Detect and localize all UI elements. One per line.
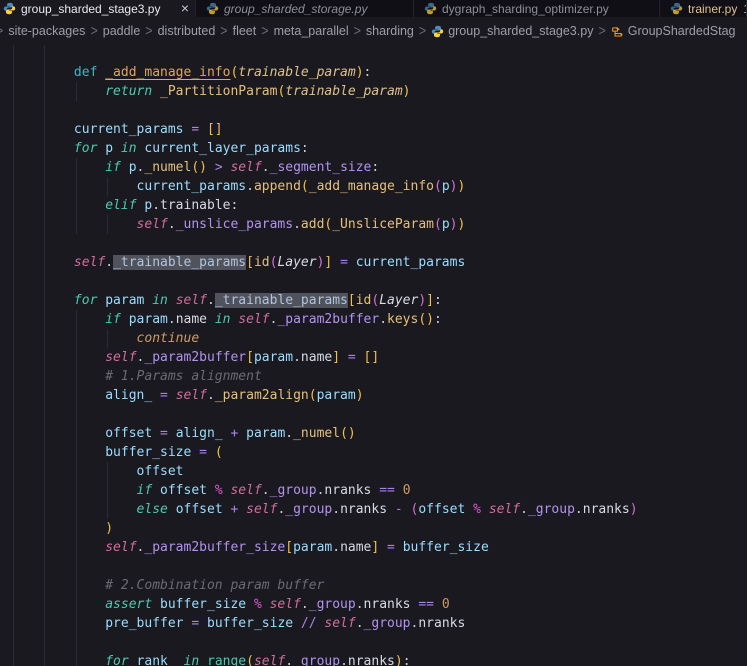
code-line[interactable]: self._param2buffer[param.name] = [] <box>0 348 638 367</box>
code-line[interactable]: return _PartitionParam(trainable_param) <box>0 82 638 101</box>
code-line[interactable]: for rank_ in range(self._group.nranks): <box>0 652 638 666</box>
breadcrumb-item-label: group_sharded_stage3.py <box>448 24 593 38</box>
chevron-right-icon: > <box>354 23 361 39</box>
tab-group_sharded_stage3_py[interactable]: group_sharded_stage3.py × <box>0 0 196 17</box>
code-line[interactable]: # 2.Combination param buffer <box>0 576 638 595</box>
code-lines: def _add_manage_info(trainable_param): r… <box>0 63 638 666</box>
breadcrumb-item-label: fleet <box>233 24 257 38</box>
code-line[interactable]: self._trainable_params[id(Layer)] = curr… <box>0 253 638 272</box>
tab-bar: group_sharded_stage3.py × group_sharded_s… <box>0 0 747 17</box>
breadcrumb-item-label: paddle <box>103 24 141 38</box>
chevron-right-icon: > <box>598 23 605 39</box>
code-line[interactable]: self._unslice_params.add(_UnsliceParam(p… <box>0 215 638 234</box>
python-icon <box>3 2 16 15</box>
code-line[interactable]: current_params.append(_add_manage_info(p… <box>0 177 638 196</box>
breadcrumb-item-meta_parallel[interactable]: meta_parallel <box>274 24 349 38</box>
code-line[interactable]: if param.name in self._param2buffer.keys… <box>0 310 638 329</box>
chevron-right-icon: > <box>261 23 268 39</box>
tab-trainer_py[interactable]: trainer.py 1, <box>660 0 747 17</box>
breadcrumb-item-site_packages[interactable]: site-packages <box>8 24 85 38</box>
breadcrumb-item-sharding[interactable]: sharding <box>366 24 414 38</box>
code-line[interactable]: buffer_size = ( <box>0 443 638 462</box>
class-icon <box>611 25 624 38</box>
tab-modified-badge: 1, <box>743 2 747 16</box>
tab-dygraph_sharding_optimizer_py[interactable]: dygraph_sharding_optimizer.py <box>414 0 660 17</box>
python-icon <box>431 25 444 38</box>
chevron-right-icon: > <box>419 23 426 39</box>
breadcrumb-item-group_sharded_stage3_py[interactable]: group_sharded_stage3.py <box>431 24 593 38</box>
code-line[interactable]: def _add_manage_info(trainable_param): <box>0 63 638 82</box>
code-line[interactable]: continue <box>0 329 638 348</box>
breadcrumb-item-label: meta_parallel <box>274 24 349 38</box>
breadcrumb-item-label: distributed <box>158 24 216 38</box>
python-icon <box>424 2 437 15</box>
chevron-right-icon: > <box>145 23 152 39</box>
code-line[interactable]: for param in self._trainable_params[id(L… <box>0 291 638 310</box>
breadcrumb-item-paddle[interactable]: paddle <box>103 24 141 38</box>
chevron-right-icon: > <box>0 23 3 39</box>
chevron-right-icon: > <box>90 23 97 39</box>
tab-label: trainer.py <box>688 2 737 16</box>
code-line[interactable]: else offset + self._group.nranks - (offs… <box>0 500 638 519</box>
code-line[interactable]: self._param2buffer_size[param.name] = bu… <box>0 538 638 557</box>
vscode-editor-window: group_sharded_stage3.py × group_sharded_s… <box>0 0 747 666</box>
code-line[interactable]: # 1.Params alignment <box>0 367 638 386</box>
tab-label: group_sharded_stage3.py <box>21 2 160 16</box>
code-line[interactable]: if offset % self._group.nranks == 0 <box>0 481 638 500</box>
python-icon <box>670 2 683 15</box>
code-line[interactable]: align_ = self._param2align(param) <box>0 386 638 405</box>
breadcrumb-item-distributed[interactable]: distributed <box>158 24 216 38</box>
code-line[interactable]: if p._numel() > self._segment_size: <box>0 158 638 177</box>
tab-label: dygraph_sharding_optimizer.py <box>442 2 609 16</box>
close-icon[interactable]: × <box>181 2 189 15</box>
word-highlight: _trainable_params <box>215 293 348 308</box>
code-line[interactable] <box>0 633 638 652</box>
code-line[interactable]: pre_buffer = buffer_size // self._group.… <box>0 614 638 633</box>
code-line[interactable] <box>0 405 638 424</box>
breadcrumb-item-fleet[interactable]: fleet <box>233 24 257 38</box>
word-highlight: _trainable_params <box>113 255 246 270</box>
breadcrumb-item-label: GroupShardedStag <box>628 24 736 38</box>
breadcrumb: > site-packages > paddle > distributed > fleet >… <box>0 17 747 45</box>
code-line[interactable]: ) <box>0 519 638 538</box>
tab-label: group_sharded_storage.py <box>224 2 367 16</box>
code-area[interactable]: def _add_manage_info(trainable_param): r… <box>0 45 747 666</box>
code-line[interactable]: current_params = [] <box>0 120 638 139</box>
code-line[interactable] <box>0 272 638 291</box>
python-icon <box>206 2 219 15</box>
breadcrumb-item-GroupShardedStag[interactable]: GroupShardedStag <box>611 24 736 38</box>
code-line[interactable] <box>0 234 638 253</box>
code-line[interactable]: offset <box>0 462 638 481</box>
breadcrumb-item-label: sharding <box>366 24 414 38</box>
chevron-right-icon: > <box>220 23 227 39</box>
code-line[interactable]: assert buffer_size % self._group.nranks … <box>0 595 638 614</box>
tab-group_sharded_storage_py[interactable]: group_sharded_storage.py <box>196 0 414 17</box>
code-line[interactable] <box>0 557 638 576</box>
code-line[interactable]: elif p.trainable: <box>0 196 638 215</box>
breadcrumb-item-label: site-packages <box>8 24 85 38</box>
code-line[interactable] <box>0 101 638 120</box>
code-line[interactable]: offset = align_ + param._numel() <box>0 424 638 443</box>
code-line[interactable]: for p in current_layer_params: <box>0 139 638 158</box>
